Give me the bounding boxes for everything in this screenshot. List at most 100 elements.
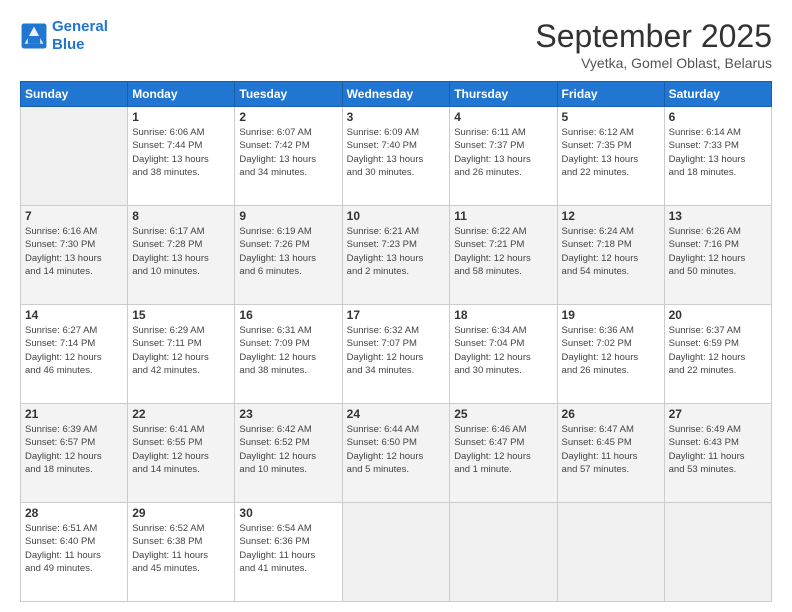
calendar-week-5: 28Sunrise: 6:51 AMSunset: 6:40 PMDayligh… <box>21 503 772 602</box>
col-tuesday: Tuesday <box>235 82 342 107</box>
day-number: 18 <box>454 308 552 322</box>
day-info: Sunrise: 6:12 AMSunset: 7:35 PMDaylight:… <box>562 126 660 179</box>
day-number: 8 <box>132 209 230 223</box>
calendar-cell: 29 Sunrise: 6:52 AMSunset: 6:38 PMDayligh… <box>128 503 235 602</box>
calendar-cell: 22Sunrise: 6:41 AMSunset: 6:55 PMDayligh… <box>128 404 235 503</box>
day-number: 14 <box>25 308 123 322</box>
day-info: Sunrise: 6:49 AMSunset: 6:43 PMDaylight:… <box>669 423 767 476</box>
day-info: Sunrise: 6:39 AMSunset: 6:57 PMDaylight:… <box>25 423 123 476</box>
day-number: 1 <box>132 110 230 124</box>
day-info: Sunrise: 6:46 AMSunset: 6:47 PMDaylight:… <box>454 423 552 476</box>
day-number: 13 <box>669 209 767 223</box>
day-info: Sunrise: 6:32 AMSunset: 7:07 PMDaylight:… <box>347 324 446 377</box>
day-info: Sunrise: 6:17 AMSunset: 7:28 PMDaylight:… <box>132 225 230 278</box>
calendar-cell <box>21 107 128 206</box>
day-number: 11 <box>454 209 552 223</box>
day-info: Sunrise: 6:06 AMSunset: 7:44 PMDaylight:… <box>132 126 230 179</box>
day-number: 3 <box>347 110 446 124</box>
day-number: 15 <box>132 308 230 322</box>
col-wednesday: Wednesday <box>342 82 450 107</box>
calendar-cell: 16 Sunrise: 6:31 AMSunset: 7:09 PMDayligh… <box>235 305 342 404</box>
calendar-cell <box>342 503 450 602</box>
calendar-cell: 20 Sunrise: 6:37 AMSunset: 6:59 PMDayligh… <box>664 305 771 404</box>
calendar-cell: 14 Sunrise: 6:27 AMSunset: 7:14 PMDayligh… <box>21 305 128 404</box>
day-info: Sunrise: 6:07 AMSunset: 7:42 PMDaylight:… <box>239 126 337 179</box>
calendar-week-1: 1 Sunrise: 6:06 AMSunset: 7:44 PMDaylight… <box>21 107 772 206</box>
day-info: Sunrise: 6:24 AMSunset: 7:18 PMDaylight:… <box>562 225 660 278</box>
calendar-cell: 6 Sunrise: 6:14 AMSunset: 7:33 PMDaylight… <box>664 107 771 206</box>
day-info: Sunrise: 6:41 AMSunset: 6:55 PMDaylight:… <box>132 423 230 476</box>
col-saturday: Saturday <box>664 82 771 107</box>
day-number: 20 <box>669 308 767 322</box>
day-number: 7 <box>25 209 123 223</box>
logo-line2: Blue <box>52 36 108 54</box>
calendar-cell: 28Sunrise: 6:51 AMSunset: 6:40 PMDayligh… <box>21 503 128 602</box>
calendar-cell: 11Sunrise: 6:22 AMSunset: 7:21 PMDayligh… <box>450 206 557 305</box>
calendar-cell: 21 Sunrise: 6:39 AMSunset: 6:57 PMDayligh… <box>21 404 128 503</box>
calendar-cell: 3 Sunrise: 6:09 AMSunset: 7:40 PMDaylight… <box>342 107 450 206</box>
page: General Blue September 2025 Vyetka, Gome… <box>0 0 792 612</box>
day-number: 27 <box>669 407 767 421</box>
day-info: Sunrise: 6:31 AMSunset: 7:09 PMDaylight:… <box>239 324 337 377</box>
calendar-cell: 8 Sunrise: 6:17 AMSunset: 7:28 PMDaylight… <box>128 206 235 305</box>
col-thursday: Thursday <box>450 82 557 107</box>
calendar-week-2: 7Sunrise: 6:16 AMSunset: 7:30 PMDaylight… <box>21 206 772 305</box>
day-number: 23 <box>239 407 337 421</box>
day-number: 6 <box>669 110 767 124</box>
calendar-week-3: 14 Sunrise: 6:27 AMSunset: 7:14 PMDayligh… <box>21 305 772 404</box>
day-info: Sunrise: 6:11 AMSunset: 7:37 PMDaylight:… <box>454 126 552 179</box>
calendar-week-4: 21 Sunrise: 6:39 AMSunset: 6:57 PMDayligh… <box>21 404 772 503</box>
calendar-cell: 7Sunrise: 6:16 AMSunset: 7:30 PMDaylight… <box>21 206 128 305</box>
header: General Blue September 2025 Vyetka, Gome… <box>20 18 772 71</box>
day-number: 2 <box>239 110 337 124</box>
day-info: Sunrise: 6:09 AMSunset: 7:40 PMDaylight:… <box>347 126 446 179</box>
calendar-cell: 10Sunrise: 6:21 AMSunset: 7:23 PMDayligh… <box>342 206 450 305</box>
month-title: September 2025 <box>535 18 772 55</box>
day-number: 9 <box>239 209 337 223</box>
calendar-cell: 2 Sunrise: 6:07 AMSunset: 7:42 PMDaylight… <box>235 107 342 206</box>
day-number: 26 <box>562 407 660 421</box>
day-info: Sunrise: 6:44 AMSunset: 6:50 PMDaylight:… <box>347 423 446 476</box>
calendar-cell: 13 Sunrise: 6:26 AMSunset: 7:16 PMDayligh… <box>664 206 771 305</box>
logo-line1: General <box>52 18 108 35</box>
logo-icon <box>20 22 48 50</box>
day-number: 16 <box>239 308 337 322</box>
calendar-cell: 25 Sunrise: 6:46 AMSunset: 6:47 PMDayligh… <box>450 404 557 503</box>
day-info: Sunrise: 6:37 AMSunset: 6:59 PMDaylight:… <box>669 324 767 377</box>
calendar-cell <box>664 503 771 602</box>
day-number: 4 <box>454 110 552 124</box>
day-number: 12 <box>562 209 660 223</box>
calendar-cell <box>557 503 664 602</box>
day-info: Sunrise: 6:52 AMSunset: 6:38 PMDaylight:… <box>132 522 230 575</box>
calendar-cell: 18Sunrise: 6:34 AMSunset: 7:04 PMDayligh… <box>450 305 557 404</box>
day-number: 29 <box>132 506 230 520</box>
day-info: Sunrise: 6:21 AMSunset: 7:23 PMDaylight:… <box>347 225 446 278</box>
logo-text: General Blue <box>52 18 108 54</box>
calendar-cell: 4 Sunrise: 6:11 AMSunset: 7:37 PMDaylight… <box>450 107 557 206</box>
day-info: Sunrise: 6:27 AMSunset: 7:14 PMDaylight:… <box>25 324 123 377</box>
calendar-table: Sunday Monday Tuesday Wednesday Thursday… <box>20 81 772 602</box>
day-info: Sunrise: 6:42 AMSunset: 6:52 PMDaylight:… <box>239 423 337 476</box>
day-info: Sunrise: 6:29 AMSunset: 7:11 PMDaylight:… <box>132 324 230 377</box>
day-info: Sunrise: 6:19 AMSunset: 7:26 PMDaylight:… <box>239 225 337 278</box>
day-number: 25 <box>454 407 552 421</box>
calendar-cell: 5 Sunrise: 6:12 AMSunset: 7:35 PMDaylight… <box>557 107 664 206</box>
day-info: Sunrise: 6:14 AMSunset: 7:33 PMDaylight:… <box>669 126 767 179</box>
day-number: 21 <box>25 407 123 421</box>
day-number: 28 <box>25 506 123 520</box>
calendar-cell: 17Sunrise: 6:32 AMSunset: 7:07 PMDayligh… <box>342 305 450 404</box>
location-subtitle: Vyetka, Gomel Oblast, Belarus <box>535 55 772 71</box>
day-info: Sunrise: 6:26 AMSunset: 7:16 PMDaylight:… <box>669 225 767 278</box>
day-number: 5 <box>562 110 660 124</box>
col-friday: Friday <box>557 82 664 107</box>
calendar-cell: 30 Sunrise: 6:54 AMSunset: 6:36 PMDayligh… <box>235 503 342 602</box>
calendar-cell: 23 Sunrise: 6:42 AMSunset: 6:52 PMDayligh… <box>235 404 342 503</box>
days-of-week-row: Sunday Monday Tuesday Wednesday Thursday… <box>21 82 772 107</box>
col-monday: Monday <box>128 82 235 107</box>
day-number: 24 <box>347 407 446 421</box>
day-number: 30 <box>239 506 337 520</box>
calendar-cell: 27 Sunrise: 6:49 AMSunset: 6:43 PMDayligh… <box>664 404 771 503</box>
day-info: Sunrise: 6:54 AMSunset: 6:36 PMDaylight:… <box>239 522 337 575</box>
calendar-cell: 9 Sunrise: 6:19 AMSunset: 7:26 PMDaylight… <box>235 206 342 305</box>
calendar-header: Sunday Monday Tuesday Wednesday Thursday… <box>21 82 772 107</box>
